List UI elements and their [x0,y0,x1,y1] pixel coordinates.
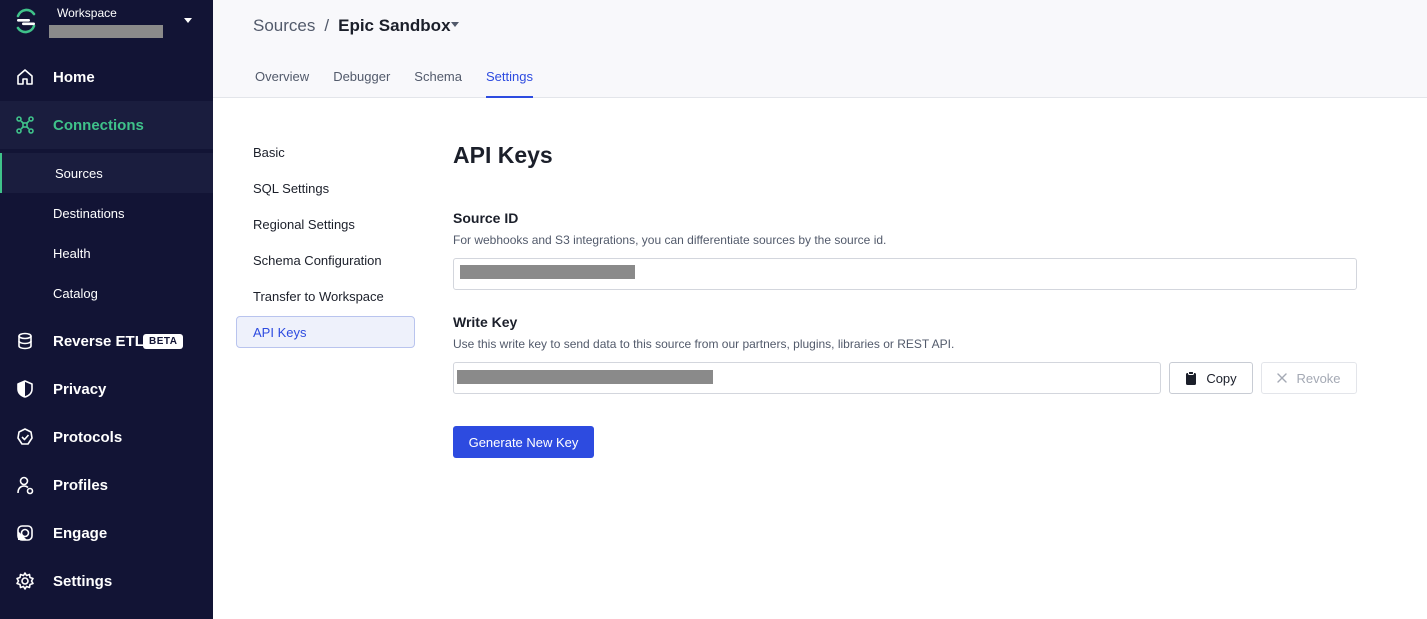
protocols-icon [15,427,35,447]
breadcrumb-separator: / [324,16,330,35]
source-id-label: Source ID [453,210,519,226]
sidebar-item-protocols[interactable]: Protocols [0,413,213,461]
workspace-name-redacted [49,25,163,38]
breadcrumb: Sources / Epic Sandbox [253,16,451,36]
page-header: Sources / Epic Sandbox Overview Debugger… [213,0,1427,98]
sidebar-subitem-label: Catalog [53,285,98,301]
clipboard-icon [1185,371,1197,385]
settings-menu-basic[interactable]: Basic [236,136,415,168]
breadcrumb-sources-link[interactable]: Sources [253,16,315,36]
settings-menu-regional-settings[interactable]: Regional Settings [236,208,415,240]
close-icon [1277,373,1288,383]
sidebar-subitem-label: Destinations [53,205,125,221]
tab-overview[interactable]: Overview [255,62,309,98]
workspace-label: Workspace [57,6,117,20]
section-title: API Keys [453,142,553,168]
source-id-field[interactable] [453,258,1357,290]
settings-menu-api-keys[interactable]: API Keys [236,316,415,348]
copy-button-label: Copy [1206,370,1237,386]
workspace-switcher[interactable]: Workspace [0,0,213,48]
profiles-icon [15,475,35,495]
tab-settings[interactable]: Settings [486,62,533,98]
settings-menu-schema-configuration[interactable]: Schema Configuration [236,244,415,276]
database-icon [15,331,35,351]
settings-menu-transfer-to-workspace[interactable]: Transfer to Workspace [236,280,415,312]
revoke-button[interactable]: Revoke [1261,362,1357,394]
page-title: Epic Sandbox [338,16,451,35]
engage-icon [15,523,35,543]
sidebar-subitem-sources[interactable]: Sources [0,153,213,193]
sidebar-item-home[interactable]: Home [0,53,213,101]
sidebar-item-connections[interactable]: Connections [0,101,213,149]
tab-schema[interactable]: Schema [414,62,462,98]
sidebar-subitem-catalog[interactable]: Catalog [0,273,213,313]
write-key-label: Write Key [453,314,518,330]
sidebar-item-label: Profiles [53,476,109,494]
write-key-value-redacted [457,370,713,384]
generate-new-key-button[interactable]: Generate New Key [453,426,594,458]
sidebar-subitem-destinations[interactable]: Destinations [0,193,213,233]
settings-menu-sql-settings[interactable]: SQL Settings [236,172,415,204]
chevron-down-icon[interactable] [184,18,192,23]
sidebar-item-engage[interactable]: Engage [0,509,213,557]
sidebar-item-label: Home [53,68,95,86]
sidebar-item-label: Engage [53,524,108,542]
sidebar-item-settings[interactable]: Settings [0,557,213,605]
tab-debugger[interactable]: Debugger [333,62,390,98]
gear-icon [15,571,35,591]
write-key-field[interactable] [453,362,1161,394]
sidebar-subitem-label: Sources [55,165,103,181]
sidebar-item-label: Protocols [53,428,123,446]
beta-badge: BETA [143,334,184,349]
sidebar-subitem-label: Health [53,245,91,261]
sidebar-item-label: Settings [53,572,113,590]
sidebar-subitem-health[interactable]: Health [0,233,213,273]
home-icon [15,67,35,87]
sidebar-item-profiles[interactable]: Profiles [0,461,213,509]
sidebar-item-label: Privacy [53,380,107,398]
tab-bar: Overview Debugger Schema Settings [255,62,557,98]
sidebar: Workspace Home Connections Sources Desti… [0,0,213,619]
revoke-button-label: Revoke [1296,370,1341,386]
source-id-value-redacted [460,265,635,279]
segment-logo-icon [16,8,36,34]
sidebar-item-privacy[interactable]: Privacy [0,365,213,413]
sidebar-item-reverse-etl[interactable]: Reverse ETL BETA [0,317,213,365]
connections-icon [15,115,35,135]
shield-icon [15,379,35,399]
copy-button[interactable]: Copy [1169,362,1253,394]
sidebar-item-label: Connections [53,116,144,134]
chevron-down-icon[interactable] [451,22,459,27]
sidebar-item-label: Reverse ETL [53,332,144,350]
source-id-help: For webhooks and S3 integrations, you ca… [453,233,887,247]
write-key-help: Use this write key to send data to this … [453,337,955,351]
